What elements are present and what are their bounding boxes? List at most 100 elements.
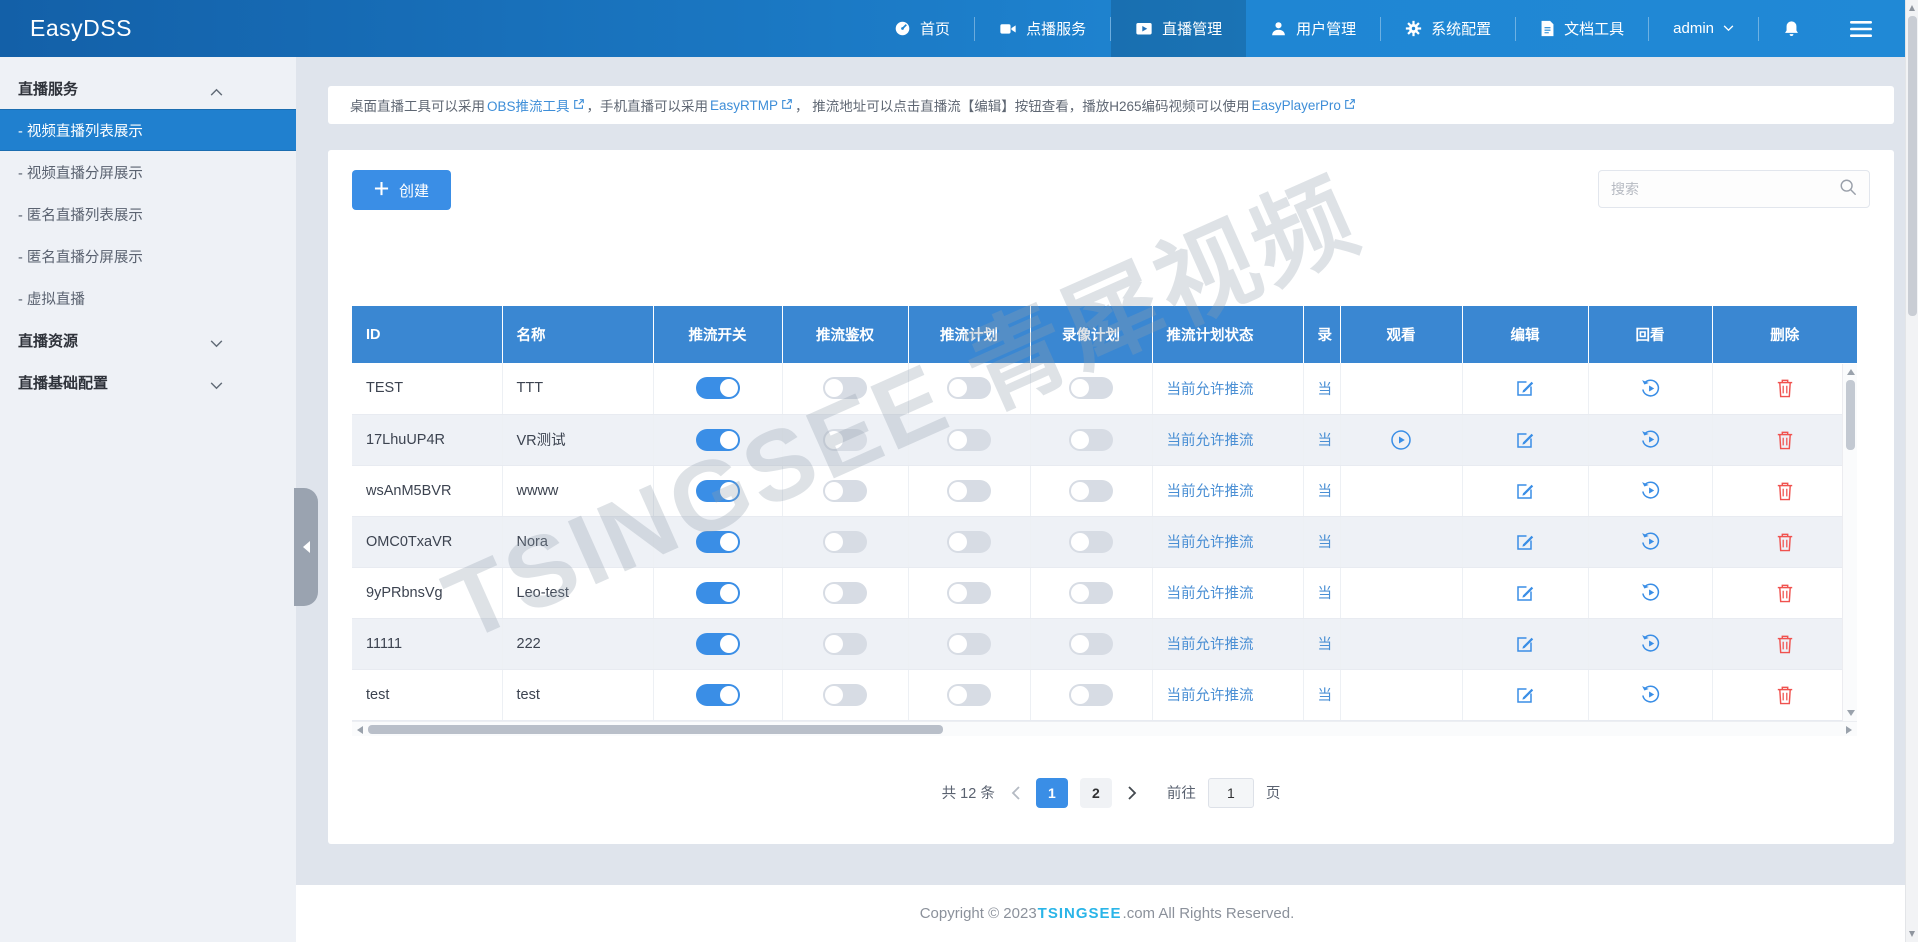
push-switch-toggle[interactable]	[696, 633, 740, 655]
page-button-2[interactable]: 2	[1080, 778, 1112, 808]
record-status-link[interactable]: 当	[1318, 484, 1333, 500]
sidebar-item-video-live-split[interactable]: - 视频直播分屏展示	[0, 151, 296, 193]
push-switch-toggle[interactable]	[696, 377, 740, 399]
push-auth-toggle[interactable]	[823, 531, 867, 553]
push-plan-toggle[interactable]	[947, 531, 991, 553]
push-plan-status-link[interactable]: 当前允许推流	[1167, 535, 1254, 551]
scroll-up-arrow[interactable]	[1847, 369, 1855, 375]
delete-icon[interactable]	[1776, 481, 1794, 501]
record-plan-toggle[interactable]	[1069, 480, 1113, 502]
page-scroll-thumb[interactable]	[1908, 16, 1917, 316]
notification-bell-button[interactable]	[1759, 0, 1824, 57]
prev-page-button[interactable]	[1007, 786, 1024, 800]
easyrtmp-link[interactable]: EasyRTMP	[710, 98, 793, 113]
nav-item-docs[interactable]: 文档工具	[1516, 0, 1648, 57]
replay-icon[interactable]	[1640, 684, 1661, 705]
sidebar-item-anon-live-list[interactable]: - 匿名直播列表展示	[0, 193, 296, 235]
push-switch-toggle[interactable]	[696, 429, 740, 451]
search-icon[interactable]	[1839, 178, 1857, 201]
push-auth-toggle[interactable]	[823, 582, 867, 604]
easyplayerpro-link[interactable]: EasyPlayerPro	[1252, 98, 1356, 113]
nav-item-home[interactable]: 首页	[870, 0, 974, 57]
obs-tool-link[interactable]: OBS推流工具	[487, 95, 585, 115]
push-plan-toggle[interactable]	[947, 429, 991, 451]
push-plan-status-link[interactable]: 当前允许推流	[1167, 688, 1254, 704]
delete-icon[interactable]	[1776, 583, 1794, 603]
record-status-link[interactable]: 当	[1318, 433, 1333, 449]
edit-icon[interactable]	[1515, 634, 1535, 654]
scroll-right-arrow[interactable]	[1846, 726, 1852, 734]
push-plan-toggle[interactable]	[947, 633, 991, 655]
replay-icon[interactable]	[1640, 531, 1661, 552]
push-auth-toggle[interactable]	[823, 684, 867, 706]
delete-icon[interactable]	[1776, 430, 1794, 450]
replay-icon[interactable]	[1640, 429, 1661, 450]
sidebar-group-live-basic-config[interactable]: 直播基础配置	[0, 361, 296, 403]
search-input[interactable]	[1611, 181, 1839, 197]
push-switch-toggle[interactable]	[696, 531, 740, 553]
watch-icon[interactable]	[1390, 429, 1412, 451]
push-switch-toggle[interactable]	[696, 480, 740, 502]
scroll-left-arrow[interactable]	[357, 726, 363, 734]
edit-icon[interactable]	[1515, 685, 1535, 705]
horizontal-scroll-thumb[interactable]	[368, 725, 943, 734]
push-switch-toggle[interactable]	[696, 684, 740, 706]
nav-item-vod[interactable]: 点播服务	[975, 0, 1110, 57]
menu-toggle-icon[interactable]	[1824, 0, 1878, 57]
push-plan-toggle[interactable]	[947, 684, 991, 706]
record-status-link[interactable]: 当	[1318, 688, 1333, 704]
record-plan-toggle[interactable]	[1069, 531, 1113, 553]
nav-item-live[interactable]: 直播管理	[1111, 0, 1246, 57]
push-plan-toggle[interactable]	[947, 480, 991, 502]
push-plan-status-link[interactable]: 当前允许推流	[1167, 637, 1254, 653]
replay-icon[interactable]	[1640, 480, 1661, 501]
delete-icon[interactable]	[1776, 634, 1794, 654]
sidebar-collapse-handle[interactable]	[294, 488, 318, 606]
delete-icon[interactable]	[1776, 378, 1794, 398]
edit-icon[interactable]	[1515, 378, 1535, 398]
vertical-scroll-thumb[interactable]	[1846, 380, 1855, 450]
replay-icon[interactable]	[1640, 378, 1661, 399]
edit-icon[interactable]	[1515, 583, 1535, 603]
scroll-down-arrow[interactable]	[1847, 710, 1855, 716]
page-scroll-up-arrow[interactable]	[1909, 5, 1915, 11]
push-auth-toggle[interactable]	[823, 377, 867, 399]
delete-icon[interactable]	[1776, 532, 1794, 552]
record-plan-toggle[interactable]	[1069, 377, 1113, 399]
record-plan-toggle[interactable]	[1069, 429, 1113, 451]
sidebar-group-live-service[interactable]: 直播服务	[0, 67, 296, 109]
sidebar-item-virtual-live[interactable]: - 虚拟直播	[0, 277, 296, 319]
push-plan-status-link[interactable]: 当前允许推流	[1167, 382, 1254, 398]
push-plan-status-link[interactable]: 当前允许推流	[1167, 586, 1254, 602]
record-plan-toggle[interactable]	[1069, 633, 1113, 655]
record-plan-toggle[interactable]	[1069, 684, 1113, 706]
sidebar-item-anon-live-split[interactable]: - 匿名直播分屏展示	[0, 235, 296, 277]
record-plan-toggle[interactable]	[1069, 582, 1113, 604]
edit-icon[interactable]	[1515, 481, 1535, 501]
replay-icon[interactable]	[1640, 633, 1661, 654]
sidebar-group-live-resources[interactable]: 直播资源	[0, 319, 296, 361]
record-status-link[interactable]: 当	[1318, 586, 1333, 602]
next-page-button[interactable]	[1124, 786, 1141, 800]
push-auth-toggle[interactable]	[823, 633, 867, 655]
push-plan-status-link[interactable]: 当前允许推流	[1167, 433, 1254, 449]
delete-icon[interactable]	[1776, 685, 1794, 705]
edit-icon[interactable]	[1515, 532, 1535, 552]
create-button[interactable]: 创建	[352, 170, 451, 210]
record-status-link[interactable]: 当	[1318, 637, 1333, 653]
record-status-link[interactable]: 当	[1318, 535, 1333, 551]
edit-icon[interactable]	[1515, 430, 1535, 450]
page-scroll-down-arrow[interactable]	[1909, 931, 1915, 937]
page-button-1[interactable]: 1	[1036, 778, 1068, 808]
goto-page-input[interactable]	[1208, 778, 1254, 808]
nav-item-settings[interactable]: 系统配置	[1381, 0, 1515, 57]
push-plan-toggle[interactable]	[947, 582, 991, 604]
record-status-link[interactable]: 当	[1318, 382, 1333, 398]
push-plan-status-link[interactable]: 当前允许推流	[1167, 484, 1254, 500]
user-menu[interactable]: admin	[1649, 0, 1758, 57]
nav-item-users[interactable]: 用户管理	[1246, 0, 1380, 57]
replay-icon[interactable]	[1640, 582, 1661, 603]
push-switch-toggle[interactable]	[696, 582, 740, 604]
push-auth-toggle[interactable]	[823, 480, 867, 502]
sidebar-item-video-live-list[interactable]: - 视频直播列表展示	[0, 109, 296, 151]
